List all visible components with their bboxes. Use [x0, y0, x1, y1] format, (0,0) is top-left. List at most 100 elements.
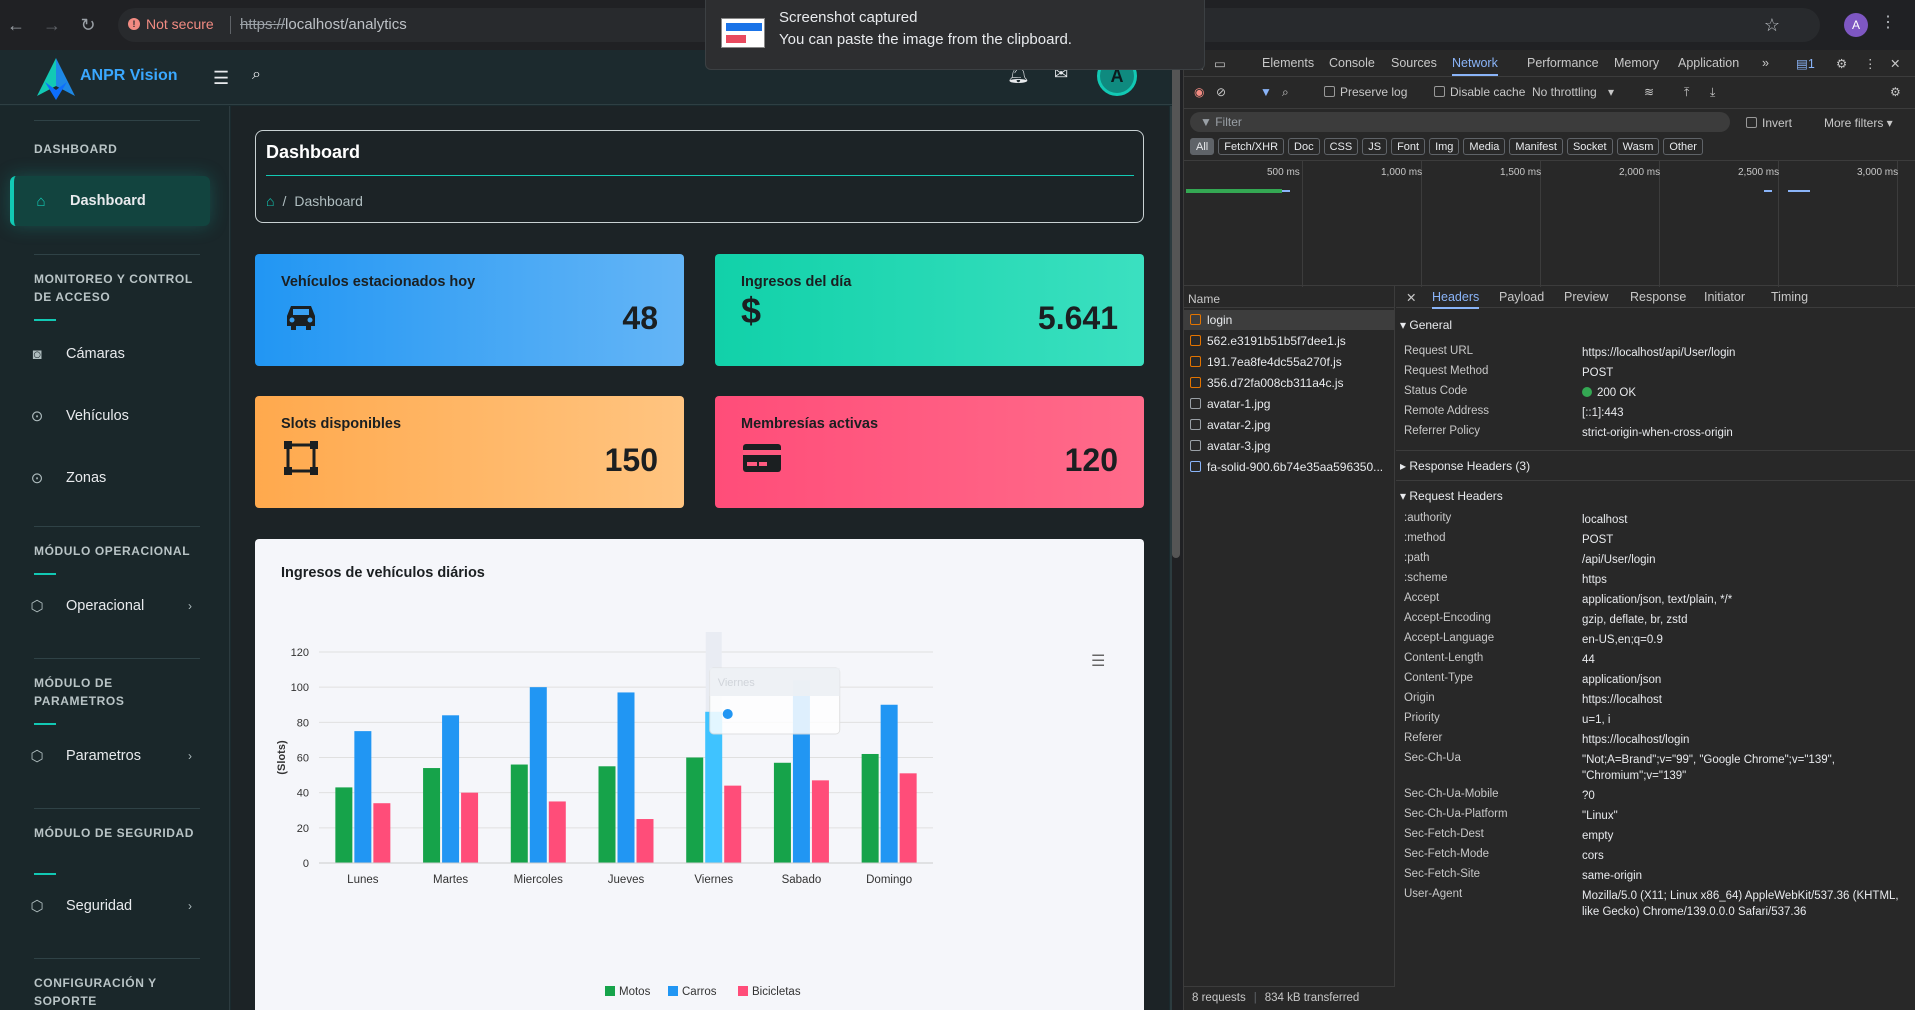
preserve-log-checkbox[interactable]: Preserve log: [1324, 85, 1407, 99]
filter-chip-fetch[interactable]: Fetch/XHR: [1218, 138, 1285, 155]
legend-swatch: [738, 986, 748, 996]
network-timeline[interactable]: 500 ms 1,000 ms 1,500 ms 2,000 ms 2,500 …: [1184, 160, 1915, 287]
more-filters-dropdown[interactable]: More filters ▾: [1824, 116, 1893, 130]
request-row[interactable]: avatar-1.jpg: [1184, 394, 1395, 414]
tab-elements[interactable]: Elements: [1262, 56, 1314, 70]
x-tick-label: Miercoles: [514, 874, 563, 886]
sidebar-item-seguridad[interactable]: ⬡ Seguridad ›: [10, 884, 210, 928]
filter-chip-manifest[interactable]: Manifest: [1509, 138, 1563, 155]
tab-application[interactable]: Application: [1678, 56, 1739, 70]
header-key: Sec-Ch-Ua: [1404, 752, 1461, 764]
sidebar-item-parametros[interactable]: ⬡ Parametros ›: [10, 734, 210, 778]
sidebar-item-operacional[interactable]: ⬡ Operacional ›: [10, 584, 210, 628]
network-settings-icon[interactable]: ⚙: [1890, 85, 1901, 99]
sidebar-item-label: Dashboard: [70, 193, 146, 209]
menu-toggle-icon[interactable]: ☰: [213, 68, 229, 89]
bookmark-star-icon[interactable]: ☆: [1764, 15, 1780, 36]
invert-checkbox[interactable]: Invert: [1746, 116, 1792, 130]
close-details-icon[interactable]: ✕: [1406, 290, 1416, 305]
forward-icon[interactable]: →: [40, 13, 64, 37]
settings-gear-icon[interactable]: ⚙: [1836, 56, 1847, 71]
issues-badge[interactable]: ▤1: [1796, 56, 1815, 71]
request-row[interactable]: 356.d72fa008cb311a4c.js: [1184, 373, 1395, 393]
sidebar-item-camaras[interactable]: ◙ Cámaras: [10, 332, 210, 376]
filter-chip-wasm[interactable]: Wasm: [1616, 138, 1660, 155]
browser-menu-icon[interactable]: ⋮: [1880, 12, 1896, 32]
tab-payload[interactable]: Payload: [1499, 290, 1544, 304]
timeline-bar: [1788, 190, 1810, 192]
filter-chip-socket[interactable]: Socket: [1566, 138, 1613, 155]
sidebar-item-vehiculos[interactable]: ⊙ Vehículos: [10, 394, 210, 438]
request-row[interactable]: fa-solid-900.6b74e35aa596350...: [1184, 457, 1395, 477]
response-headers-toggle[interactable]: ▸ Response Headers (3): [1400, 459, 1530, 473]
request-list-header[interactable]: Name: [1184, 286, 1395, 308]
tooltip-marker: [722, 709, 733, 719]
close-devtools-icon[interactable]: ✕: [1890, 56, 1900, 71]
filter-chip-media[interactable]: Media: [1463, 138, 1506, 155]
sidebar-accent: [34, 723, 56, 725]
filter-funnel-icon[interactable]: ▼: [1260, 85, 1272, 99]
request-row[interactable]: 562.e3191b51b5f7dee1.js: [1184, 331, 1395, 351]
legend-label: Bicicletas: [752, 986, 801, 998]
export-har-icon[interactable]: ⤓: [1710, 85, 1715, 100]
filter-chip-font[interactable]: Font: [1391, 138, 1426, 155]
profile-avatar[interactable]: A: [1844, 13, 1868, 37]
request-row[interactable]: 191.7ea8fe4dc55a270f.js: [1184, 352, 1395, 372]
header-value: en-US,en;q=0.9: [1582, 634, 1663, 646]
request-name: login: [1207, 313, 1233, 327]
filter-chip-other[interactable]: Other: [1663, 138, 1703, 155]
tab-preview[interactable]: Preview: [1564, 290, 1608, 304]
more-tabs-icon[interactable]: »: [1762, 56, 1769, 70]
reload-icon[interactable]: ↻: [76, 13, 100, 37]
sidebar-item-zonas[interactable]: ⊙ Zonas: [10, 456, 210, 500]
timeline-gridline: [1659, 161, 1660, 287]
page-title: Dashboard: [266, 142, 361, 162]
filter-chip-all[interactable]: All: [1190, 138, 1215, 155]
tab-memory[interactable]: Memory: [1614, 56, 1659, 70]
search-icon[interactable]: ⌕: [1282, 85, 1289, 100]
devtools-menu-icon[interactable]: ⋮: [1864, 56, 1877, 71]
y-axis-label: (Slots): [276, 740, 288, 775]
js-file-icon: [1190, 377, 1201, 388]
header-key: Accept-Language: [1404, 632, 1495, 644]
tab-headers[interactable]: Headers: [1432, 290, 1480, 309]
throttling-select[interactable]: No throttling ▾: [1532, 85, 1614, 99]
breadcrumb: ⌂ / Dashboard: [266, 193, 363, 209]
request-name: avatar-1.jpg: [1207, 397, 1271, 411]
screenshot-toast[interactable]: Screenshot captured You can paste the im…: [705, 0, 1205, 70]
back-icon[interactable]: ←: [4, 13, 28, 37]
bar-chart[interactable]: 0 20 40 60 80 100 120 (Slots) Lunes Martes Miercol…: [255, 539, 1144, 1010]
filter-chip-img[interactable]: Img: [1429, 138, 1460, 155]
not-secure-label: Not secure: [146, 16, 214, 32]
tab-response[interactable]: Response: [1630, 290, 1686, 304]
page-scrollbar[interactable]: [1172, 58, 1180, 558]
security-indicator[interactable]: ! Not secure: [128, 16, 214, 32]
search-icon[interactable]: ⌕: [252, 66, 261, 84]
home-icon[interactable]: ⌂: [266, 193, 274, 209]
record-icon[interactable]: ◉: [1194, 85, 1204, 99]
tab-initiator[interactable]: Initiator: [1704, 290, 1745, 304]
tab-sources[interactable]: Sources: [1391, 56, 1437, 70]
header-value: https://localhost/login: [1582, 734, 1690, 746]
request-headers-toggle[interactable]: ▾ Request Headers: [1400, 489, 1503, 503]
filter-chip-css[interactable]: CSS: [1323, 138, 1359, 155]
device-toolbar-icon[interactable]: ▭: [1214, 56, 1226, 71]
disable-cache-checkbox[interactable]: Disable cache: [1434, 85, 1525, 99]
import-har-icon[interactable]: ⤒: [1684, 85, 1689, 100]
filter-chip-js[interactable]: JS: [1362, 138, 1388, 155]
tab-console[interactable]: Console: [1329, 56, 1375, 70]
request-row[interactable]: avatar-2.jpg: [1184, 415, 1395, 435]
filter-chip-doc[interactable]: Doc: [1288, 138, 1320, 155]
network-conditions-icon[interactable]: ≋: [1644, 85, 1654, 99]
request-row[interactable]: login: [1184, 310, 1395, 330]
sidebar-item-dashboard[interactable]: ⌂ Dashboard: [10, 176, 210, 226]
filter-input[interactable]: ▼ Filter: [1190, 112, 1730, 132]
tab-network[interactable]: Network: [1452, 56, 1498, 76]
timeline-tick-label: 500 ms: [1267, 167, 1300, 178]
general-section-toggle[interactable]: ▾ General: [1400, 318, 1452, 332]
request-row[interactable]: avatar-3.jpg: [1184, 436, 1395, 456]
clear-icon[interactable]: ⊘: [1216, 85, 1226, 99]
url-text[interactable]: https://localhost/analytics: [240, 16, 407, 33]
tab-performance[interactable]: Performance: [1527, 56, 1599, 70]
tab-timing[interactable]: Timing: [1771, 290, 1808, 304]
